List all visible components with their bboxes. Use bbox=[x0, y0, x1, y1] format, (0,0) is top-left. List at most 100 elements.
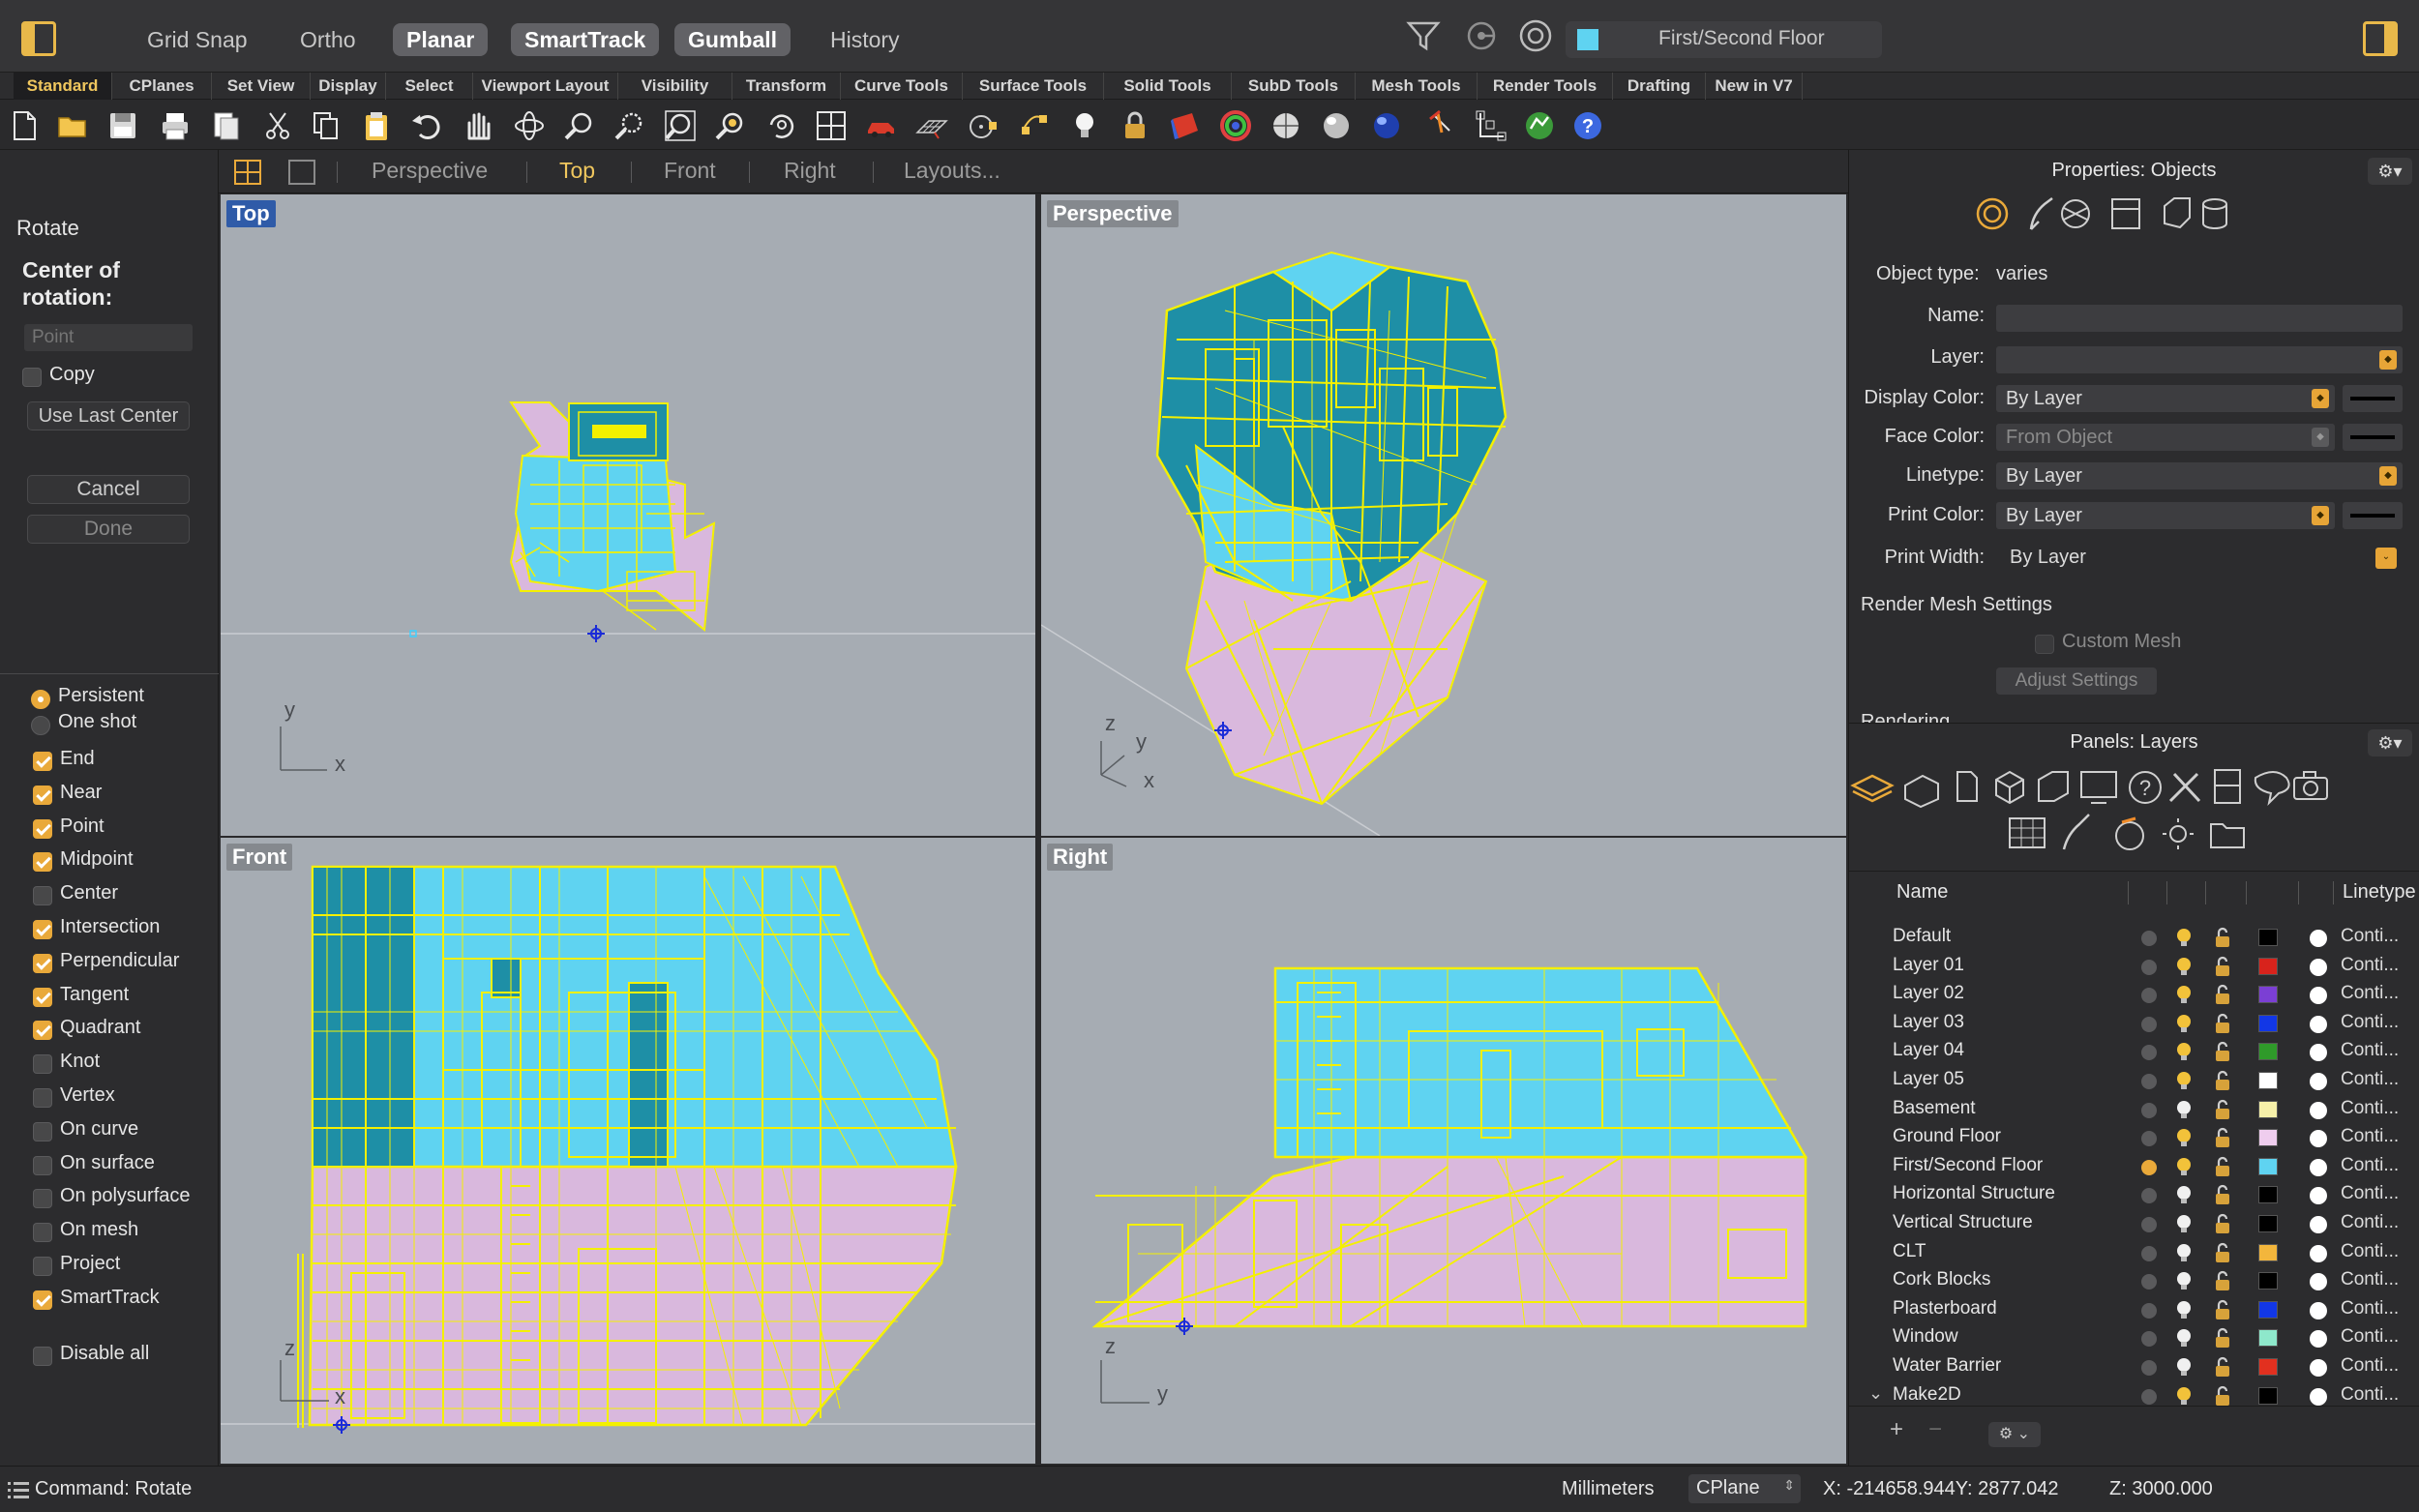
layer-color-swatch[interactable] bbox=[2258, 1300, 2278, 1319]
unlock-icon[interactable] bbox=[2212, 1156, 2233, 1177]
tab-subd-tools[interactable]: SubD Tools bbox=[1232, 73, 1356, 100]
layer-color-swatch[interactable] bbox=[2258, 1272, 2278, 1290]
unlock-icon[interactable] bbox=[2212, 1013, 2233, 1034]
tab-transform[interactable]: Transform bbox=[732, 73, 841, 100]
named-views-icon[interactable] bbox=[2080, 771, 2117, 804]
viewport-right[interactable]: Right z y bbox=[1041, 838, 1846, 1464]
unlock-icon[interactable] bbox=[2212, 1070, 2233, 1091]
tab-drafting[interactable]: Drafting bbox=[1613, 73, 1706, 100]
current-layer-indicator[interactable] bbox=[2141, 1045, 2157, 1061]
face-color-swatch[interactable] bbox=[2343, 424, 2403, 451]
tab-standard[interactable]: Standard bbox=[14, 73, 112, 100]
layer-dropdown[interactable]: ◆ bbox=[1996, 346, 2403, 373]
layer-linetype[interactable]: Conti... bbox=[2341, 1269, 2399, 1290]
tab-curve-tools[interactable]: Curve Tools bbox=[841, 73, 963, 100]
unlock-icon[interactable] bbox=[2212, 927, 2233, 948]
current-layer-indicator[interactable] bbox=[2141, 959, 2157, 975]
checkbox[interactable] bbox=[33, 987, 52, 1007]
zoom-extents-icon[interactable] bbox=[664, 109, 697, 142]
layer-row[interactable]: Layer 02 Conti... bbox=[1849, 980, 2419, 1008]
open-file-icon[interactable] bbox=[56, 109, 89, 142]
layer-row[interactable]: First/Second Floor Conti... bbox=[1849, 1152, 2419, 1180]
layer-name[interactable]: Plasterboard bbox=[1893, 1298, 1997, 1319]
rendered-sphere-icon[interactable] bbox=[1320, 109, 1353, 142]
viewport-top[interactable]: Top y x bbox=[221, 194, 1035, 836]
display-icon[interactable] bbox=[1904, 774, 1939, 809]
layer-linetype[interactable]: Conti... bbox=[2341, 1241, 2399, 1262]
layer-linetype[interactable]: Conti... bbox=[2341, 1183, 2399, 1204]
unlock-icon[interactable] bbox=[2212, 1356, 2233, 1378]
unlock-icon[interactable] bbox=[2212, 1099, 2233, 1120]
layer-row[interactable]: Default Conti... bbox=[1849, 923, 2419, 951]
checkbox[interactable] bbox=[33, 1088, 52, 1108]
print-color-swatch[interactable] bbox=[2343, 502, 2403, 529]
units-label[interactable]: Millimeters bbox=[1562, 1478, 1655, 1500]
print-color-dot[interactable] bbox=[2310, 1130, 2327, 1148]
layer-name[interactable]: First/Second Floor bbox=[1893, 1155, 2043, 1176]
undo-icon[interactable] bbox=[410, 109, 443, 142]
layer-name[interactable]: Vertical Structure bbox=[1893, 1212, 2033, 1233]
print-color-dot[interactable] bbox=[2310, 1044, 2327, 1062]
cplane-grid-icon[interactable] bbox=[915, 109, 948, 142]
gumball-align-icon[interactable] bbox=[1475, 109, 1508, 142]
layer-name[interactable]: Horizontal Structure bbox=[1893, 1183, 2055, 1204]
select-points-icon[interactable] bbox=[968, 109, 1000, 142]
command-help-icon[interactable] bbox=[2254, 771, 2290, 807]
layers-options-button[interactable]: ⚙ ⌄ bbox=[1988, 1422, 2041, 1447]
layer-linetype[interactable]: Conti... bbox=[2341, 1126, 2399, 1147]
layer-color-swatch[interactable] bbox=[2258, 1243, 2278, 1261]
layer-name[interactable]: Layer 03 bbox=[1893, 1012, 1964, 1033]
unlock-icon[interactable] bbox=[2212, 1385, 2233, 1407]
lightbulb-off-icon[interactable] bbox=[2173, 1184, 2195, 1205]
lock-icon[interactable] bbox=[1119, 109, 1151, 142]
current-layer-indicator[interactable] bbox=[2141, 1217, 2157, 1232]
single-view-layout-icon[interactable] bbox=[288, 160, 315, 185]
checkbox[interactable] bbox=[33, 1257, 52, 1276]
print-color-dot[interactable] bbox=[2310, 958, 2327, 976]
help-circle-icon[interactable]: ? bbox=[2129, 771, 2162, 804]
lightbulb-on-icon[interactable] bbox=[2173, 1385, 2195, 1407]
lightbulb-off-icon[interactable] bbox=[2173, 1270, 2195, 1291]
zoom-window-icon[interactable] bbox=[613, 109, 646, 142]
adjust-settings-button[interactable]: Adjust Settings bbox=[1996, 667, 2157, 695]
print-color-dot[interactable] bbox=[2310, 1073, 2327, 1090]
lightbulb-on-icon[interactable] bbox=[2173, 1070, 2195, 1091]
tab-surface-tools[interactable]: Surface Tools bbox=[963, 73, 1104, 100]
lightbulb-off-icon[interactable] bbox=[2173, 1099, 2195, 1120]
mode-toggle-planar[interactable]: Planar bbox=[393, 23, 489, 56]
current-layer-indicator[interactable] bbox=[2141, 1245, 2157, 1261]
rotate-view-icon[interactable] bbox=[513, 109, 546, 142]
zoom-icon[interactable] bbox=[563, 109, 596, 142]
folder-icon[interactable] bbox=[2210, 823, 2245, 848]
print-color-dot[interactable] bbox=[2310, 1244, 2327, 1262]
layer-color-swatch[interactable] bbox=[2258, 1186, 2278, 1204]
sun-icon[interactable] bbox=[2163, 818, 2194, 849]
layer-linetype[interactable]: Conti... bbox=[2341, 1098, 2399, 1119]
display-color-dropdown[interactable]: By Layer ◆ bbox=[1996, 385, 2335, 412]
mode-toggle-gumball[interactable]: Gumball bbox=[674, 23, 791, 56]
layer-name[interactable]: Layer 05 bbox=[1893, 1069, 1964, 1090]
layer-linetype[interactable]: Conti... bbox=[2341, 1040, 2399, 1061]
lightbulb-on-icon[interactable] bbox=[2173, 1013, 2195, 1034]
material-icon[interactable] bbox=[2029, 197, 2053, 230]
lightbulb-on-icon[interactable] bbox=[2173, 984, 2195, 1005]
sidebar-right-icon[interactable] bbox=[2363, 21, 2398, 56]
lightbulb-on-icon[interactable] bbox=[2173, 1127, 2195, 1148]
checkbox[interactable] bbox=[33, 1054, 52, 1075]
custom-mesh-checkbox-box[interactable] bbox=[2035, 635, 2054, 654]
current-layer-indicator[interactable] bbox=[2141, 1302, 2157, 1319]
unlock-icon[interactable] bbox=[2212, 1041, 2233, 1062]
unlock-icon[interactable] bbox=[2212, 1299, 2233, 1320]
checkbox[interactable] bbox=[33, 1155, 52, 1175]
print-color-dot[interactable] bbox=[2310, 987, 2327, 1005]
layer-color-swatch[interactable] bbox=[2258, 1358, 2278, 1376]
undo-view-icon[interactable] bbox=[764, 109, 797, 142]
unlock-icon[interactable] bbox=[2212, 1127, 2233, 1148]
layer-name[interactable]: Layer 02 bbox=[1893, 983, 1964, 1004]
checkbox[interactable] bbox=[33, 1223, 52, 1243]
checkbox[interactable] bbox=[33, 920, 52, 939]
viewport-top-label[interactable]: Top bbox=[226, 200, 276, 227]
current-layer-indicator[interactable] bbox=[2141, 1388, 2157, 1405]
layer-linetype[interactable]: Conti... bbox=[2341, 1355, 2399, 1377]
save-icon[interactable] bbox=[106, 109, 139, 142]
